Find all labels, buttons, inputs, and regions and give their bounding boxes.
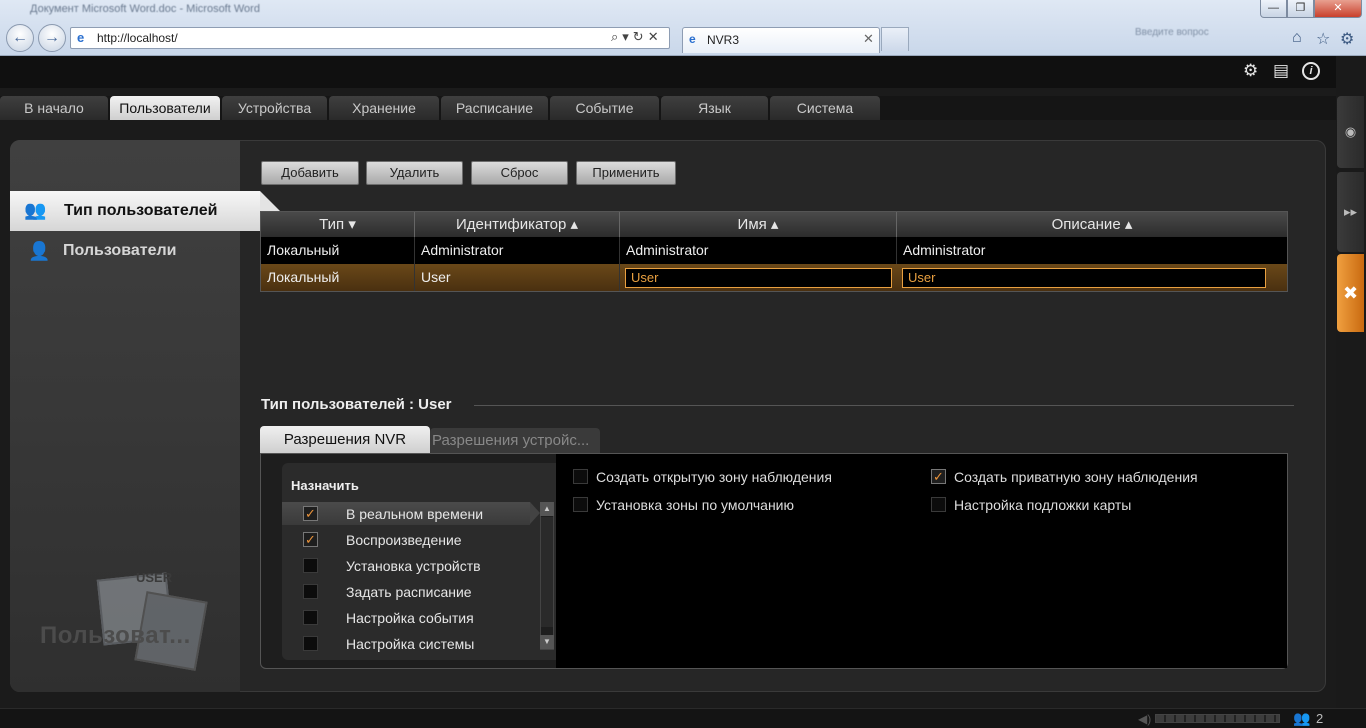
tab-home[interactable]: В начало	[0, 96, 108, 120]
apply-button[interactable]: Применить	[576, 161, 676, 185]
column-header-name[interactable]: Имя ▴	[620, 212, 897, 237]
tab-language[interactable]: Язык	[661, 96, 768, 120]
assign-item-event[interactable]: Настройка события	[346, 610, 474, 626]
scrollbar-thumb[interactable]	[541, 517, 553, 627]
setup-tools-icon[interactable]: ✖	[1337, 254, 1364, 332]
status-bar: ◀) 👥 2	[0, 708, 1366, 728]
scroll-down-icon[interactable]: ▼	[540, 635, 554, 649]
live-view-eye-icon[interactable]: ◉	[1337, 96, 1364, 168]
user-icon: 👤	[28, 241, 51, 261]
close-tab-icon[interactable]: ✕	[863, 31, 874, 47]
assign-item-playback[interactable]: Воспроизведение	[346, 532, 462, 548]
info-icon[interactable]: i	[1302, 62, 1320, 80]
assign-checkbox-live[interactable]: ✓	[303, 506, 318, 521]
forward-arrow-icon[interactable]: →	[38, 24, 66, 52]
nav-item-users[interactable]: 👤 Пользователи	[10, 234, 240, 270]
help-search-hint: Введите вопрос	[1135, 27, 1209, 38]
connected-users-icon: 👥	[1293, 710, 1311, 726]
assign-title: Назначить	[291, 478, 359, 493]
assign-checkbox-system[interactable]	[303, 636, 318, 651]
scroll-up-icon[interactable]: ▲	[540, 502, 554, 516]
tab-users[interactable]: Пользователи	[110, 96, 220, 120]
assign-checkbox-schedule[interactable]	[303, 584, 318, 599]
address-bar[interactable]: e http://localhost/ ⌕▾↻✕	[70, 27, 670, 49]
connected-users-count: 2	[1316, 711, 1324, 726]
delete-button[interactable]: Удалить	[366, 161, 463, 185]
nav-item-user-types[interactable]: 👥 Тип пользователей	[10, 191, 280, 231]
nav-item-label: Тип пользователей	[64, 202, 218, 219]
perm-checkbox-map-background[interactable]	[931, 497, 946, 512]
perm-label-public-zone[interactable]: Создать открытую зону наблюдения	[596, 469, 832, 485]
right-side-strip: ◉ ▸▸ ✖	[1336, 56, 1366, 708]
assign-item-system[interactable]: Настройка системы	[346, 636, 474, 652]
table-cell[interactable]: User	[415, 264, 620, 291]
tab-device-permissions[interactable]: Разрешения устройс...	[430, 428, 600, 453]
name-edit-field[interactable]: User	[625, 268, 892, 288]
tab-system[interactable]: Система	[770, 96, 880, 120]
perm-checkbox-public-zone[interactable]	[573, 469, 588, 484]
user-types-table: Тип ▾ Идентификатор ▴ Имя ▴ Описание ▴ Л…	[260, 211, 1288, 292]
assign-item-live[interactable]: В реальном времени	[346, 506, 483, 522]
perm-label-private-zone[interactable]: Создать приватную зону наблюдения	[954, 469, 1198, 485]
tab-devices[interactable]: Устройства	[222, 96, 327, 120]
description-edit-field[interactable]: User	[902, 268, 1266, 288]
user-card-illustration: USER	[96, 566, 208, 671]
assign-checkbox-playback[interactable]: ✓	[303, 532, 318, 547]
reset-button[interactable]: Сброс	[471, 161, 568, 185]
close-window-button[interactable]: ✕	[1314, 0, 1362, 18]
url-text[interactable]: http://localhost/	[97, 31, 178, 45]
nav-item-label: Пользователи	[63, 242, 177, 259]
tab-nvr-permissions[interactable]: Разрешения NVR	[260, 426, 430, 453]
assign-checkbox-device-setup[interactable]	[303, 558, 318, 573]
new-tab-button[interactable]	[881, 27, 909, 51]
minimize-button[interactable]: —	[1260, 0, 1287, 18]
perm-label-default-zone[interactable]: Установка зоны по умолчанию	[596, 497, 794, 513]
back-arrow-icon[interactable]: ←	[6, 24, 34, 52]
volume-level-bar[interactable]	[1155, 714, 1280, 723]
ie-logo-icon: e	[77, 30, 85, 45]
window-title: Документ Microsoft Word.doc - Microsoft …	[30, 3, 260, 15]
favorites-star-icon[interactable]: ☆	[1316, 29, 1330, 49]
table-cell[interactable]: Administrator	[620, 237, 897, 264]
browser-chrome: Документ Microsoft Word.doc - Microsoft …	[0, 0, 1366, 56]
table-cell[interactable]: Administrator	[897, 237, 1287, 264]
assign-item-schedule[interactable]: Задать расписание	[346, 584, 472, 600]
main-tab-bar: В начало Пользователи Устройства Хранени…	[0, 96, 1336, 120]
tab-storage[interactable]: Хранение	[329, 96, 439, 120]
address-tools-icon[interactable]: ⌕▾↻✕	[611, 29, 663, 45]
playback-forward-icon[interactable]: ▸▸	[1337, 172, 1364, 252]
table-cell[interactable]: Локальный	[261, 264, 415, 291]
maximize-button[interactable]: ❐	[1287, 0, 1314, 18]
document-icon[interactable]: ▤	[1273, 61, 1289, 81]
table-cell[interactable]: Administrator	[415, 237, 620, 264]
tab-event[interactable]: Событие	[550, 96, 659, 120]
section-divider	[474, 405, 1294, 406]
settings-gear-icon[interactable]: ⚙	[1243, 61, 1258, 81]
home-icon[interactable]: ⌂	[1292, 29, 1302, 47]
column-header-type[interactable]: Тип ▾	[261, 212, 415, 237]
add-button[interactable]: Добавить	[261, 161, 359, 185]
perm-label-map-background[interactable]: Настройка подложки карты	[954, 497, 1131, 513]
ie-logo-icon: e	[689, 32, 696, 46]
table-cell[interactable]: Локальный	[261, 237, 415, 264]
perm-checkbox-default-zone[interactable]	[573, 497, 588, 512]
permission-options-area	[556, 454, 1287, 668]
tools-gear-icon[interactable]: ⚙	[1340, 29, 1354, 49]
section-watermark: Пользоват...	[40, 622, 191, 649]
section-title: Тип пользователей : User	[261, 396, 452, 413]
tab-schedule[interactable]: Расписание	[441, 96, 548, 120]
user-group-icon: 👥	[24, 200, 47, 220]
browser-tab-nvr3[interactable]: e NVR3 ✕	[682, 27, 880, 53]
column-header-id[interactable]: Идентификатор ▴	[415, 212, 620, 237]
column-header-description[interactable]: Описание ▴	[897, 212, 1287, 237]
perm-checkbox-private-zone[interactable]: ✓	[931, 469, 946, 484]
assign-item-device-setup[interactable]: Установка устройств	[346, 558, 481, 574]
assign-checkbox-event[interactable]	[303, 610, 318, 625]
browser-tab-label: NVR3	[707, 33, 740, 47]
app-header: ⚙ ▤	[0, 56, 1336, 88]
volume-icon[interactable]: ◀)	[1138, 712, 1151, 726]
